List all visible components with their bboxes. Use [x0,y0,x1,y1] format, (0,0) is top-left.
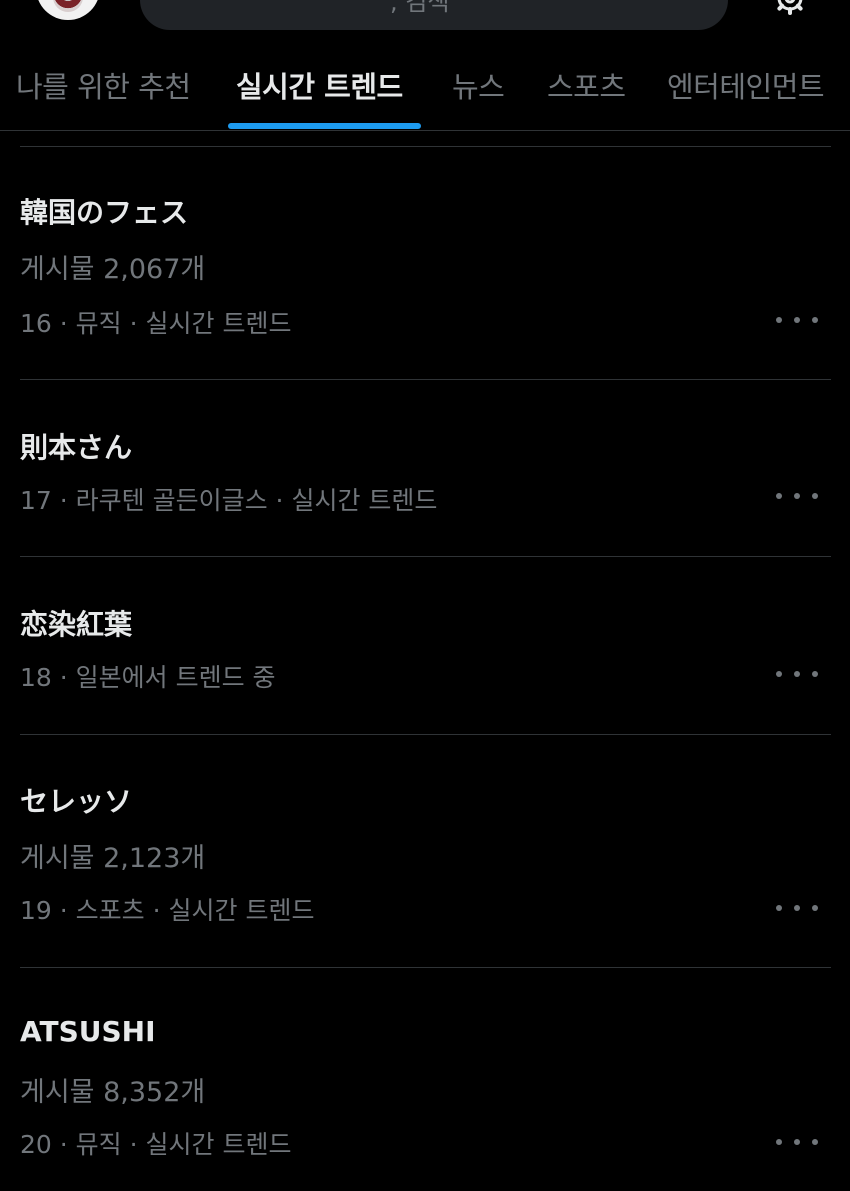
avatar-image [53,0,83,12]
tab-sports[interactable]: 스포츠 [547,64,626,106]
top-bar: , 검색 [0,0,850,40]
more-horizontal-icon[interactable] [776,310,818,330]
profile-avatar[interactable] [36,0,100,20]
explore-tabs: 나를 위한 추천 실시간 트렌드 뉴스 스포츠 엔터테인먼트 [0,48,850,131]
trend-meta: 17 · 라쿠텐 골든이글스 · 실시간 트렌드 [20,486,438,515]
gear-icon[interactable] [770,0,810,18]
more-horizontal-icon[interactable] [776,898,818,918]
active-tab-indicator [228,123,421,129]
trend-post-count: 게시물 2,067개 [20,254,206,285]
trend-meta: 16 · 뮤직 · 실시간 트렌드 [20,309,292,338]
tab-news[interactable]: 뉴스 [452,64,505,106]
search-placeholder: , 검색 [390,0,450,16]
trend-item[interactable]: 則本さん 17 · 라쿠텐 골든이글스 · 실시간 트렌드 [0,380,850,556]
more-horizontal-icon[interactable] [776,486,818,506]
trend-title: 韓国のフェス [20,196,189,229]
trend-title: 恋染紅葉 [20,608,133,641]
trend-item[interactable]: ATSUSHI 게시물 8,352개 20 · 뮤직 · 실시간 트렌드 [0,968,850,1191]
trend-title: 則本さん [20,431,133,464]
trend-title: ATSUSHI [20,1015,156,1048]
trend-post-count: 게시물 8,352개 [20,1077,206,1108]
more-horizontal-icon[interactable] [776,1132,818,1152]
trend-item[interactable]: 恋染紅葉 18 · 일본에서 트렌드 중 [0,557,850,734]
trend-post-count: 게시물 2,123개 [20,843,206,874]
trend-item[interactable]: 韓国のフェス 게시물 2,067개 16 · 뮤직 · 실시간 트렌드 [0,147,850,379]
trend-item[interactable]: セレッソ 게시물 2,123개 19 · 스포츠 · 실시간 트렌드 [0,735,850,967]
trend-meta: 19 · 스포츠 · 실시간 트렌드 [20,896,315,925]
trend-meta: 18 · 일본에서 트렌드 중 [20,663,276,692]
tab-entertainment[interactable]: 엔터테인먼트 [667,64,825,106]
more-horizontal-icon[interactable] [776,664,818,684]
trend-meta: 20 · 뮤직 · 실시간 트렌드 [20,1130,292,1159]
tab-trending[interactable]: 실시간 트렌드 [236,64,403,106]
trend-title: セレッソ [20,785,133,818]
tab-for-you[interactable]: 나를 위한 추천 [16,64,191,106]
